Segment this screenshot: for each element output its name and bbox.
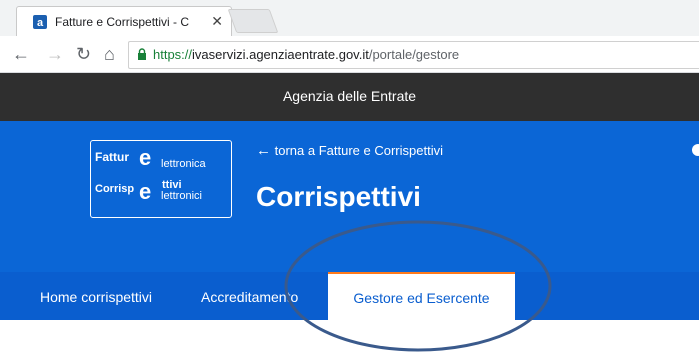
site-favicon-icon: a [33,15,47,29]
back-to-fatture-link[interactable]: ← torna a Fatture e Corrispettivi [256,142,443,159]
svg-text:a: a [37,17,44,29]
url-scheme: https:// [153,47,193,62]
site-banner: Fattur e lettronica Corrisp ttivi e lett… [0,121,699,272]
back-link-label: torna a Fatture e Corrispettivi [274,143,443,158]
home-icon[interactable]: ⌂ [104,43,115,65]
new-tab-button[interactable] [227,9,279,33]
browser-tab[interactable]: a Fatture e Corrispettivi - C ✕ [16,6,232,37]
logo-line1-rest: lettronica [161,158,206,170]
logo-line2-rest-bottom: lettronici [161,190,202,202]
browser-tab-strip: a Fatture e Corrispettivi - C ✕ [0,0,699,37]
reload-icon[interactable]: ↻ [76,43,91,65]
url-text: https://ivaservizi.agenziaentrate.gov.it… [153,47,459,62]
url-host: ivaservizi.agenziaentrate.gov.it [192,47,369,62]
tab-title: Fatture e Corrispettivi - C [55,15,190,29]
site-top-bar: Agenzia delle Entrate [0,73,699,121]
browser-toolbar: ← → ↻ ⌂ https://ivaservizi.agenziaentrat… [0,36,699,73]
page-title: Corrispettivi [256,181,421,212]
nav-item-home-corrispettivi[interactable]: Home corrispettivi [40,272,152,320]
fatturazione-logo[interactable]: Fattur e lettronica Corrisp ttivi e lett… [90,140,232,218]
nav-item-accreditamento[interactable]: Accreditamento [201,272,298,320]
forward-arrow-icon[interactable]: → [46,43,64,65]
logo-e-glyph: e [139,145,152,170]
user-menu-icon[interactable] [692,144,699,156]
agency-title: Agenzia delle Entrate [282,88,417,104]
back-arrow-icon: ← [256,142,271,159]
logo-e-glyph-2: e [139,179,152,204]
nav-item-gestore-esercente[interactable]: Gestore ed Esercente [328,272,515,320]
close-icon[interactable]: ✕ [211,13,223,29]
lock-icon [138,48,146,60]
address-bar[interactable]: https://ivaservizi.agenziaentrate.gov.it… [128,41,699,69]
main-nav: Home corrispettivi Accreditamento Gestor… [0,272,699,320]
logo-line2-prefix: Corrisp [95,183,135,195]
url-path: /portale/gestore [368,47,460,62]
logo-line1-prefix: Fattur [95,150,129,164]
back-arrow-icon[interactable]: ← [12,43,30,65]
